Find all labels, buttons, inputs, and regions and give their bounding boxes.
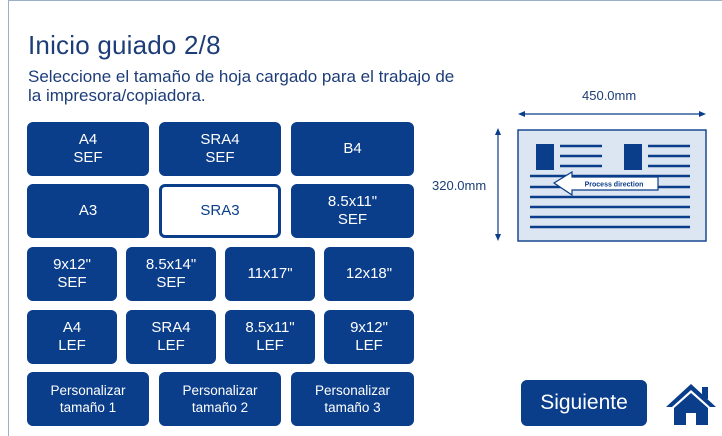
size-8-5x11-lef-button[interactable]: 8.5x11" LEF <box>225 310 315 364</box>
size-9x12-lef-button[interactable]: 9x12" LEF <box>324 310 414 364</box>
size-12x18-button[interactable]: 12x18" <box>324 247 414 301</box>
custom-size-2-button[interactable]: Personalizar tamaño 2 <box>159 372 281 426</box>
size-sra4-sef-button[interactable]: SRA4 SEF <box>159 122 281 176</box>
page-image-block <box>536 144 554 170</box>
height-dimension-label: 320.0mm <box>432 178 487 193</box>
size-8-5x11-sef-button[interactable]: 8.5x11" SEF <box>291 184 414 238</box>
size-a4-sef-button[interactable]: A4 SEF <box>27 122 149 176</box>
home-icon[interactable] <box>664 381 718 427</box>
custom-size-3-button[interactable]: Personalizar tamaño 3 <box>291 372 414 426</box>
next-button[interactable]: Siguiente <box>521 380 647 426</box>
size-sra3-button[interactable]: SRA3 <box>159 184 281 238</box>
size-b4-button[interactable]: B4 <box>291 122 414 176</box>
page-subtitle: Seleccione el tamaño de hoja cargado par… <box>28 67 455 105</box>
size-11x17-button[interactable]: 11x17" <box>225 247 315 301</box>
custom-size-1-button[interactable]: Personalizar tamaño 1 <box>27 372 149 426</box>
size-a3-button[interactable]: A3 <box>27 184 149 238</box>
process-direction-label: Process direction <box>585 182 644 189</box>
size-9x12-sef-button[interactable]: 9x12" SEF <box>27 247 117 301</box>
paper-preview-diagram: Process direction <box>495 111 707 242</box>
width-dimension-label: 450.0mm <box>582 88 637 103</box>
page-image-block <box>624 144 642 170</box>
size-a4-lef-button[interactable]: A4 LEF <box>27 310 117 364</box>
size-sra4-lef-button[interactable]: SRA4 LEF <box>126 310 216 364</box>
page-title: Inicio guiado 2/8 <box>28 30 221 60</box>
size-8-5x14-sef-button[interactable]: 8.5x14" SEF <box>126 247 216 301</box>
